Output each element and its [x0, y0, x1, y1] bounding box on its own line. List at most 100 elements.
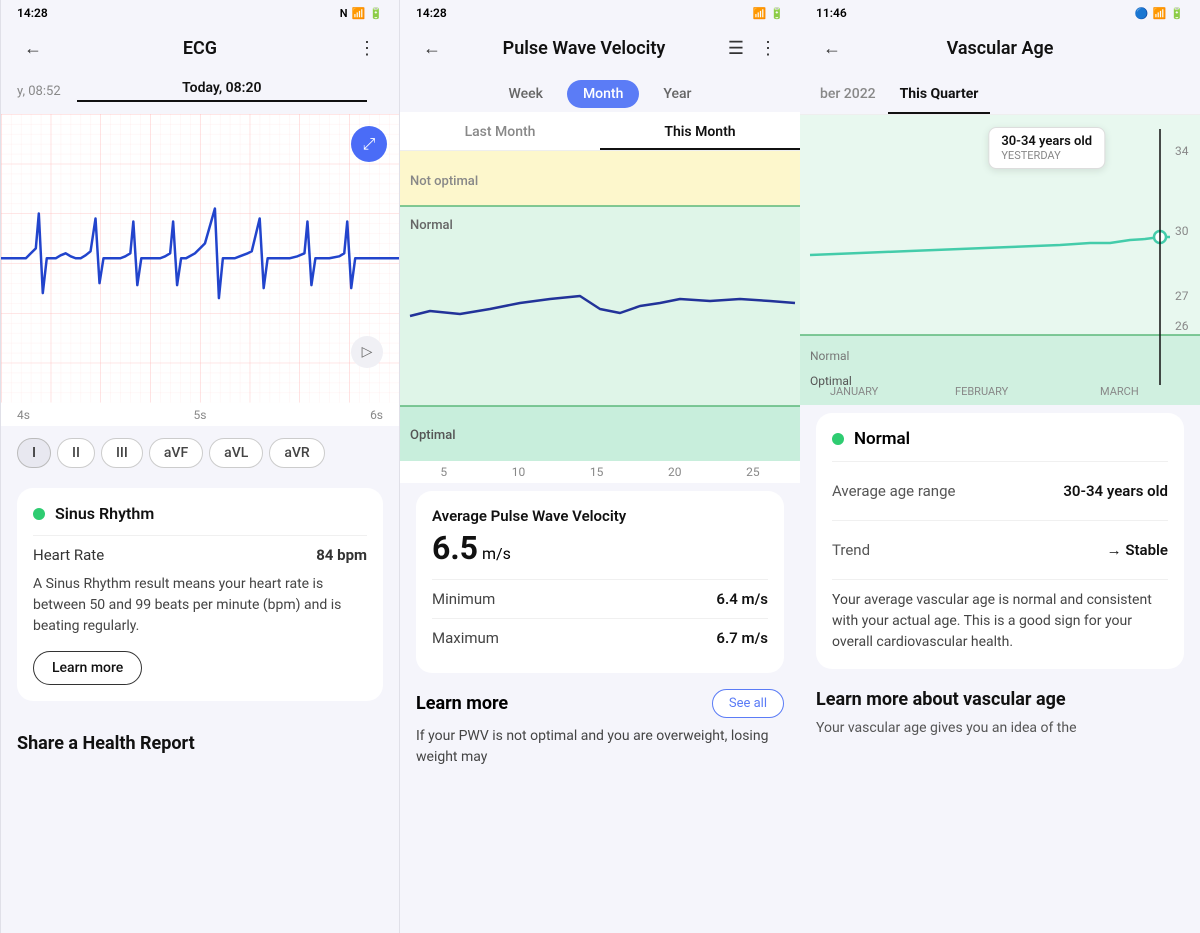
va-period-bar: ber 2022 This Quarter — [800, 76, 1200, 115]
heart-rate-row: Heart Rate 84 bpm — [33, 546, 367, 564]
see-all-button[interactable]: See all — [712, 689, 784, 718]
ecg-chart: ⤢ ▷ — [1, 114, 399, 404]
sinus-header: Sinus Rhythm — [33, 504, 367, 523]
va-age-range-value: 30-34 years old — [1063, 482, 1168, 500]
current-time: Today, 08:20 — [77, 80, 367, 102]
sub-tab-last-month[interactable]: Last Month — [400, 112, 600, 150]
va-trend-row: Trend → Stable — [832, 531, 1168, 569]
svg-text:27: 27 — [1175, 289, 1189, 303]
lead-III[interactable]: III — [101, 438, 143, 468]
ecg-header: ← ECG ⋮ — [1, 24, 399, 76]
share-title: Share a Health Report — [17, 733, 195, 754]
pwv-panel: 14:28 📶 🔋 ← Pulse Wave Velocity ☰ ⋮ Week… — [400, 0, 800, 933]
sub-tab-this-month[interactable]: This Month — [600, 112, 800, 150]
pwv-title: Pulse Wave Velocity — [448, 38, 720, 59]
status-icons-ecg: N 📶 🔋 — [340, 7, 383, 20]
va-trend-label: Trend — [832, 541, 870, 559]
va-tooltip-sub: YESTERDAY — [1001, 149, 1092, 162]
learn-more-title: Learn more — [416, 693, 508, 714]
learn-more-button-ecg[interactable]: Learn more — [33, 651, 142, 685]
time-ecg: 14:28 — [17, 6, 48, 20]
list-button-pwv[interactable]: ☰ — [720, 32, 752, 64]
svg-text:Normal: Normal — [810, 349, 849, 363]
status-bar-va: 11:46 🔵 📶 🔋 — [800, 0, 1200, 24]
tab-year[interactable]: Year — [647, 80, 707, 108]
tab-month[interactable]: Month — [567, 80, 639, 108]
battery-va: 🔋 — [1170, 7, 1184, 20]
va-title: Vascular Age — [848, 38, 1152, 59]
svg-text:Normal: Normal — [410, 218, 453, 233]
lead-aVL[interactable]: aVL — [209, 438, 263, 468]
tab-week[interactable]: Week — [493, 80, 559, 108]
va-tooltip: 30-34 years old YESTERDAY — [988, 127, 1105, 169]
nfc-icon: N — [340, 7, 348, 20]
va-normal-title: Normal — [854, 429, 910, 449]
ecg-panel: 14:28 N 📶 🔋 ← ECG ⋮ y, 08:52 Today, 08:2… — [0, 0, 400, 933]
va-status-dot — [832, 433, 844, 445]
pwv-max-value: 6.7 m/s — [716, 629, 768, 647]
pwv-header: ← Pulse Wave Velocity ☰ ⋮ — [400, 24, 800, 76]
status-bar-ecg: 14:28 N 📶 🔋 — [1, 0, 399, 24]
ecg-time-row: y, 08:52 Today, 08:20 — [1, 76, 399, 106]
va-age-range-label: Average age range — [832, 482, 955, 500]
menu-placeholder-va — [1152, 32, 1184, 64]
pwv-stats-card: Average Pulse Wave Velocity 6.5 m/s Mini… — [416, 491, 784, 673]
svg-text:34: 34 — [1175, 144, 1189, 158]
pwv-sub-tabs: Last Month This Month — [400, 112, 800, 151]
x-label-10: 10 — [512, 465, 526, 479]
svg-text:Optimal: Optimal — [410, 428, 456, 443]
svg-text:JANUARY: JANUARY — [830, 385, 879, 398]
back-button-va[interactable]: ← — [816, 32, 848, 64]
pwv-chart-area: Last Month This Month Not optimal Normal… — [400, 112, 800, 483]
sinus-status-dot — [33, 508, 45, 520]
divider-1 — [33, 535, 367, 536]
pwv-x-labels: 5 10 15 20 25 — [400, 461, 800, 483]
vascular-age-panel: 11:46 🔵 📶 🔋 ← Vascular Age ber 2022 This… — [800, 0, 1200, 933]
heart-rate-label: Heart Rate — [33, 546, 104, 564]
lead-aVF[interactable]: aVF — [149, 438, 203, 468]
time-label-6s: 6s — [370, 408, 383, 422]
pwv-avg-label: Average Pulse Wave Velocity — [432, 507, 768, 525]
lead-II[interactable]: II — [57, 438, 95, 468]
divider-va-1 — [832, 461, 1168, 462]
prev-time: y, 08:52 — [17, 84, 61, 99]
x-label-20: 20 — [668, 465, 682, 479]
va-age-range-row: Average age range 30-34 years old — [832, 472, 1168, 510]
expand-button[interactable]: ⤢ — [351, 126, 387, 162]
svg-text:MARCH: MARCH — [1100, 385, 1139, 398]
va-normal-header: Normal — [832, 429, 1168, 449]
pwv-min-value: 6.4 m/s — [716, 590, 768, 608]
pwv-avg-value: 6.5 — [432, 529, 478, 567]
pwv-tab-bar: Week Month Year — [400, 76, 800, 108]
lead-I[interactable]: I — [17, 438, 51, 468]
menu-button-ecg[interactable]: ⋮ — [351, 32, 383, 64]
va-period-tab-quarter[interactable]: This Quarter — [888, 76, 991, 114]
va-period-tab-ber[interactable]: ber 2022 — [808, 76, 888, 114]
svg-text:Not optimal: Not optimal — [410, 174, 478, 189]
lead-aVR[interactable]: aVR — [269, 438, 324, 468]
pwv-max-label: Maximum — [432, 629, 499, 647]
back-button-ecg[interactable]: ← — [17, 32, 49, 64]
divider-va-2 — [832, 520, 1168, 521]
ecg-title: ECG — [49, 38, 351, 59]
time-va: 11:46 — [816, 6, 847, 20]
va-learn-description: Your vascular age gives you an idea of t… — [816, 718, 1184, 739]
pwv-avg-unit: m/s — [482, 544, 511, 563]
battery-pwv: 🔋 — [770, 7, 784, 20]
sinus-rhythm-card: Sinus Rhythm Heart Rate 84 bpm A Sinus R… — [17, 488, 383, 701]
svg-text:FEBRUARY: FEBRUARY — [955, 385, 1009, 398]
learn-more-description: If your PWV is not optimal and you are o… — [416, 726, 784, 768]
back-button-pwv[interactable]: ← — [416, 32, 448, 64]
sinus-description: A Sinus Rhythm result means your heart r… — [33, 574, 367, 637]
time-label-4s: 4s — [17, 408, 30, 422]
status-icons-pwv: 📶 🔋 — [753, 7, 784, 20]
va-description: Your average vascular age is normal and … — [832, 590, 1168, 653]
x-label-5: 5 — [440, 465, 447, 479]
heart-rate-value: 84 bpm — [316, 546, 367, 564]
wifi-icon: 📶 — [1153, 7, 1167, 20]
menu-button-pwv[interactable]: ⋮ — [752, 32, 784, 64]
va-tooltip-value: 30-34 years old — [1001, 134, 1092, 149]
ecg-time-labels: 4s 5s 6s — [1, 404, 399, 426]
play-button[interactable]: ▷ — [351, 336, 383, 368]
va-header: ← Vascular Age — [800, 24, 1200, 76]
